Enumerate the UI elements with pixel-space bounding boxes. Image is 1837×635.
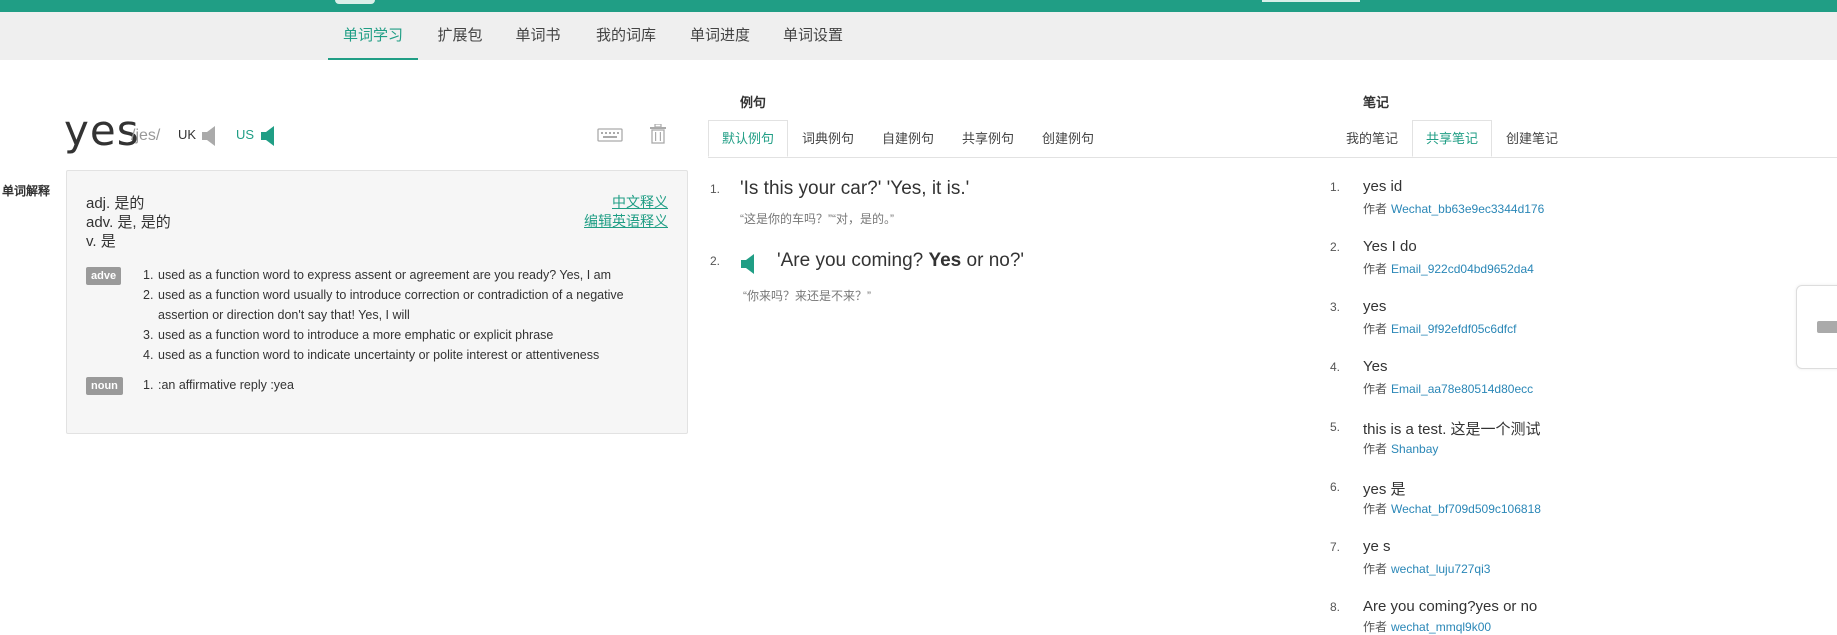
note-text: Are you coming?yes or no (1363, 598, 1538, 615)
us-label: US (236, 127, 255, 142)
author-link[interactable]: Shanbay (1391, 442, 1438, 456)
example-sentence: 'Is this your car?' 'Yes, it is.' (740, 178, 970, 199)
example-sentence: 'Are you coming? Yes or no?' (777, 250, 1025, 271)
note-number: 1. (1330, 180, 1341, 194)
tab-create-example[interactable]: 创建例句 (1028, 120, 1108, 157)
note-text: Yes (1363, 358, 1388, 375)
example-translation: “你来吗？来还是不来？” (743, 289, 871, 303)
tab-custom-examples[interactable]: 自建例句 (868, 120, 948, 157)
note-number: 4. (1330, 360, 1341, 374)
nav-tab-word-settings[interactable]: 单词设置 (773, 12, 853, 60)
widget-icon (1817, 321, 1837, 333)
tab-shared-examples[interactable]: 共享例句 (948, 120, 1028, 157)
note-text: this is a test. 这是一个测试 (1363, 421, 1541, 438)
notes-title: 笔记 (1363, 95, 1390, 110)
pos-badge: adve (86, 267, 122, 285)
edit-link[interactable]: 编辑 (584, 211, 612, 231)
chinese-definition: adv. 是, 是的 (86, 214, 171, 231)
note-author: 作者 wechat_mmql9k00 (1363, 620, 1492, 634)
definition-item: 4. used as a function word to indicate un… (143, 348, 600, 362)
highlighted-word: Yes (928, 250, 962, 271)
english-definition-link[interactable]: 英语释义 (612, 211, 668, 231)
definition-panel: adj. 是的 adv. 是, 是的 v. 是 中文释义 编辑 英语释义 adv… (66, 170, 688, 434)
english-definition-list: 1. used as a function word to express ass… (143, 265, 643, 365)
author-link[interactable]: Wechat_bb63e9ec3344d176 (1391, 202, 1544, 216)
note-author: 作者 Wechat_bb63e9ec3344d176 (1363, 202, 1545, 216)
examples-title: 例句 (740, 95, 767, 110)
keyboard-icon[interactable] (597, 127, 623, 143)
note-number: 7. (1330, 540, 1341, 554)
note-number: 5. (1330, 420, 1341, 434)
note-number: 6. (1330, 480, 1341, 494)
main-nav: 单词学习 扩展包 单词书 我的词库 单词进度 单词设置 (0, 12, 1837, 60)
author-link[interactable]: wechat_luju727qi3 (1391, 562, 1490, 576)
author-link[interactable]: Wechat_bf709d509c106818 (1391, 502, 1541, 516)
note-number: 2. (1330, 240, 1341, 254)
uk-speaker-icon[interactable] (200, 125, 220, 147)
author-link[interactable]: wechat_mmql9k00 (1391, 620, 1491, 634)
english-definition-list: 1.:an affirmative reply :yea (143, 375, 643, 395)
note-author: 作者 Email_aa78e80514d80ecc (1363, 382, 1534, 396)
definition-item: 1. used as a function word to express ass… (143, 268, 612, 282)
chinese-definition: adj. 是的 (86, 195, 145, 212)
nav-tab-word-book[interactable]: 单词书 (502, 12, 574, 60)
note-text: yes 是 (1363, 481, 1406, 498)
trash-icon[interactable] (649, 124, 667, 144)
phonetic: /jes/ (131, 127, 161, 144)
us-speaker-icon[interactable] (259, 125, 279, 147)
example-translation: “这是你的车吗？”“对，是的。” (740, 212, 894, 226)
note-author: 作者 Email_922cd04bd9652da4 (1363, 262, 1534, 276)
logo[interactable] (335, 0, 375, 4)
definition-item: 1.:an affirmative reply :yea (143, 378, 294, 392)
example-number: 2. (710, 254, 721, 268)
definition-item: 3. used as a function word to introduce a… (143, 328, 554, 342)
note-number: 8. (1330, 600, 1341, 614)
example-speaker-icon[interactable] (739, 253, 759, 275)
nav-tab-word-progress[interactable]: 单词进度 (680, 12, 760, 60)
note-text: ye s (1363, 538, 1391, 555)
note-author: 作者 Wechat_bf709d509c106818 (1363, 502, 1541, 516)
nav-tab-my-vocabulary[interactable]: 我的词库 (586, 12, 666, 60)
tab-dictionary-examples[interactable]: 词典例句 (788, 120, 868, 157)
note-author: 作者 Shanbay (1363, 442, 1439, 456)
side-float-widget[interactable] (1796, 285, 1837, 369)
nav-tab-expansion-pack[interactable]: 扩展包 (425, 12, 495, 60)
tab-my-notes[interactable]: 我的笔记 (1332, 120, 1412, 157)
note-text: yes (1363, 298, 1387, 315)
chinese-definition: v. 是 (86, 233, 116, 250)
pos-badge: noun (86, 377, 123, 395)
search-box[interactable] (1262, 0, 1360, 2)
tab-create-note[interactable]: 创建笔记 (1492, 120, 1572, 157)
author-link[interactable]: Email_9f92efdf05c6dfcf (1391, 322, 1516, 336)
note-text: yes id (1363, 178, 1403, 195)
word-title: yes (64, 106, 140, 155)
note-author: 作者 Email_9f92efdf05c6dfcf (1363, 322, 1517, 336)
definition-item: 2. used as a function word usually to int… (143, 288, 624, 322)
example-number: 1. (710, 182, 721, 196)
tabs-divider (708, 157, 1837, 158)
nav-tab-word-learning[interactable]: 单词学习 (328, 12, 418, 60)
tab-default-examples[interactable]: 默认例句 (708, 120, 788, 157)
tab-shared-notes[interactable]: 共享笔记 (1412, 120, 1492, 157)
top-header-bar (0, 0, 1837, 12)
author-link[interactable]: Email_922cd04bd9652da4 (1391, 262, 1534, 276)
word-explanation-label: 单词解释 (2, 184, 51, 198)
uk-label: UK (178, 127, 197, 142)
note-number: 3. (1330, 300, 1341, 314)
note-author: 作者 wechat_luju727qi3 (1363, 562, 1491, 576)
note-text: Yes I do (1363, 238, 1417, 255)
chinese-definition-link[interactable]: 中文释义 (612, 192, 668, 212)
author-link[interactable]: Email_aa78e80514d80ecc (1391, 382, 1533, 396)
